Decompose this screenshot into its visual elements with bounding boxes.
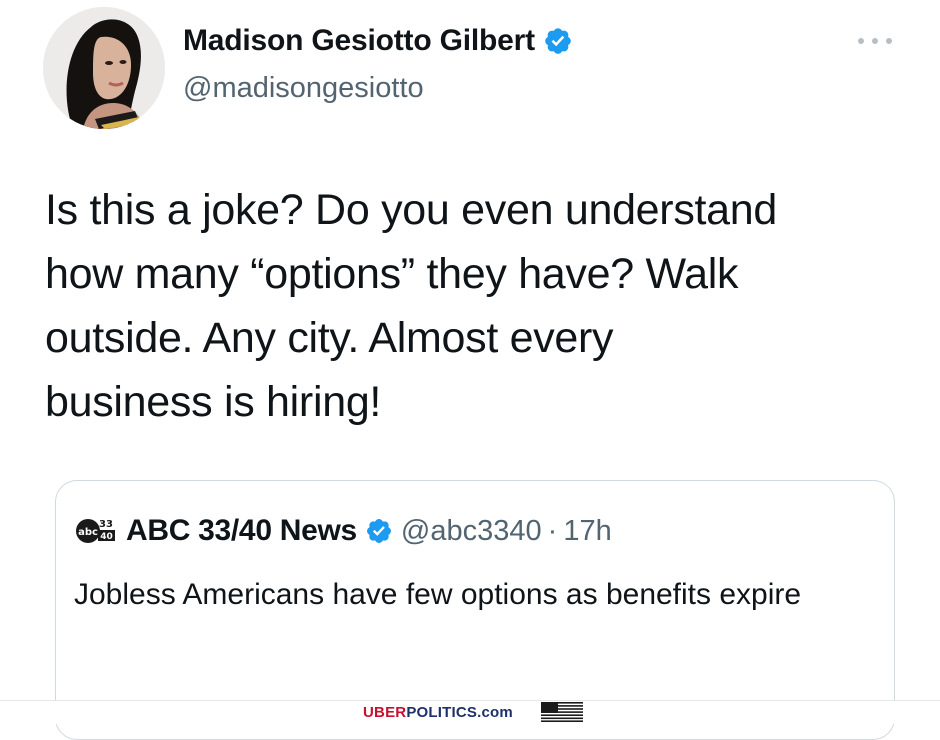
quoted-tweet-text: Jobless Americans have few options as be… xyxy=(74,578,802,611)
quoted-tweet-header: abc 33 40 ABC 33/40 News @abc3340 · 17h xyxy=(74,514,612,548)
svg-text:33: 33 xyxy=(99,519,113,530)
verified-badge-icon xyxy=(545,28,571,54)
quoted-author-name[interactable]: ABC 33/40 News xyxy=(126,514,357,548)
avatar[interactable] xyxy=(43,7,165,129)
us-flag-icon xyxy=(541,702,583,722)
svg-text:40: 40 xyxy=(100,532,113,542)
quoted-timestamp[interactable]: 17h xyxy=(563,515,611,548)
tweet: Madison Gesiotto Gilbert @madisongesiott… xyxy=(0,0,940,740)
author-name-row[interactable]: Madison Gesiotto Gilbert xyxy=(183,24,573,58)
dot xyxy=(886,38,892,44)
watermark-bar: UBER POLITICS .com xyxy=(0,700,940,724)
svg-text:abc: abc xyxy=(78,527,98,538)
separator-dot: · xyxy=(547,514,558,547)
more-horizontal-icon[interactable] xyxy=(858,34,892,48)
avatar-image xyxy=(43,7,165,129)
tweet-text: Is this a joke? Do you even understand h… xyxy=(45,186,778,426)
verified-badge-icon xyxy=(366,519,391,543)
author-handle[interactable]: @madisongesiotto xyxy=(183,72,424,105)
quoted-author-handle[interactable]: @abc3340 xyxy=(401,515,542,548)
dot xyxy=(872,38,878,44)
site-watermark: UBER POLITICS .com xyxy=(363,703,513,721)
abc-news-logo-icon: abc 33 40 xyxy=(76,519,115,543)
dot xyxy=(858,38,864,44)
watermark-uber: UBER xyxy=(363,703,407,721)
watermark-com: .com xyxy=(477,703,513,721)
watermark-politics: POLITICS xyxy=(406,703,478,721)
author-name[interactable]: Madison Gesiotto Gilbert xyxy=(183,24,535,58)
